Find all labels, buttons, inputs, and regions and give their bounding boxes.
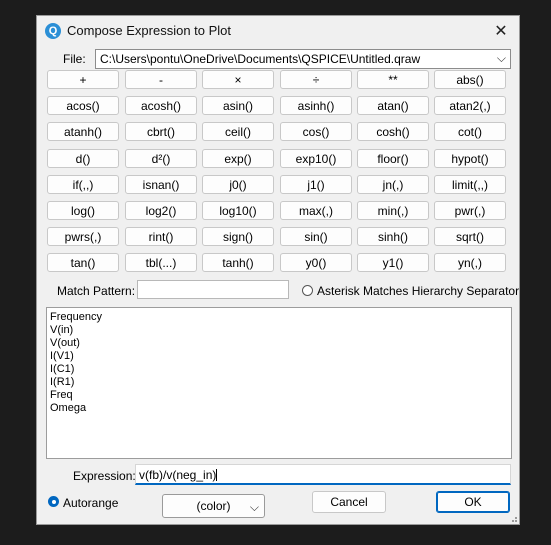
function-button[interactable]: cos() — [280, 122, 352, 141]
trace-list-item[interactable]: I(R1) — [50, 376, 508, 389]
resize-grip-icon[interactable] — [509, 514, 517, 522]
function-button[interactable]: atanh() — [47, 122, 119, 141]
file-path: C:\Users\pontu\OneDrive\Documents\QSPICE… — [100, 52, 421, 66]
title-bar[interactable]: Q Compose Expression to Plot ✕ — [37, 16, 519, 46]
match-pattern-input[interactable] — [137, 280, 289, 299]
function-button[interactable]: y1() — [357, 253, 429, 272]
asterisk-option-label[interactable]: Asterisk Matches Hierarchy Separator — [317, 284, 519, 298]
function-button[interactable]: exp10() — [280, 149, 352, 168]
function-button[interactable]: sqrt() — [434, 227, 506, 246]
function-button[interactable]: log10() — [202, 201, 274, 220]
function-button[interactable]: pwrs(,) — [47, 227, 119, 246]
cancel-button[interactable]: Cancel — [312, 491, 386, 513]
match-pattern-label: Match Pattern: — [57, 284, 136, 298]
file-label: File: — [63, 52, 86, 66]
text-caret — [216, 469, 218, 481]
function-button[interactable]: sign() — [202, 227, 274, 246]
function-button[interactable]: ** — [357, 70, 429, 89]
function-button[interactable]: acos() — [47, 96, 119, 115]
function-button[interactable]: log() — [47, 201, 119, 220]
function-button[interactable]: × — [202, 70, 274, 89]
trace-list[interactable]: Frequency V(in) V(out) I(V1) I(C1) I(R1) Freq O… — [46, 307, 512, 459]
expression-label: Expression: — [73, 469, 136, 483]
trace-list-item[interactable]: I(C1) — [50, 363, 508, 376]
expression-text: v(fb)/v(neg_in) — [139, 468, 217, 482]
function-button[interactable]: max(,) — [280, 201, 352, 220]
ok-button[interactable]: OK — [436, 491, 510, 513]
function-button[interactable]: pwr(,) — [434, 201, 506, 220]
function-button[interactable]: j0() — [202, 175, 274, 194]
function-button[interactable]: limit(,,) — [434, 175, 506, 194]
function-button[interactable]: j1() — [280, 175, 352, 194]
function-button[interactable]: asin() — [202, 96, 274, 115]
file-dropdown[interactable]: C:\Users\pontu\OneDrive\Documents\QSPICE… — [95, 49, 511, 69]
chevron-down-icon: ⌵ — [249, 500, 259, 514]
function-button[interactable]: abs() — [434, 70, 506, 89]
function-button[interactable]: cot() — [434, 122, 506, 141]
function-button[interactable]: yn(,) — [434, 253, 506, 272]
function-button[interactable]: if(,,) — [47, 175, 119, 194]
expression-input[interactable]: v(fb)/v(neg_in) — [135, 464, 511, 485]
function-button[interactable]: ÷ — [280, 70, 352, 89]
function-button[interactable]: cosh() — [357, 122, 429, 141]
trace-list-item[interactable]: Frequency — [50, 311, 508, 324]
function-button[interactable]: isnan() — [125, 175, 197, 194]
trace-list-item[interactable]: I(V1) — [50, 350, 508, 363]
function-button[interactable]: ceil() — [202, 122, 274, 141]
function-button[interactable]: acosh() — [125, 96, 197, 115]
trace-list-item[interactable]: V(in) — [50, 324, 508, 337]
function-button[interactable]: tanh() — [202, 253, 274, 272]
function-button[interactable]: sinh() — [357, 227, 429, 246]
function-button[interactable]: + — [47, 70, 119, 89]
autorange-radio[interactable] — [48, 496, 59, 507]
function-button[interactable]: rint() — [125, 227, 197, 246]
color-dropdown-value: (color) — [196, 499, 231, 513]
function-button[interactable]: floor() — [357, 149, 429, 168]
asterisk-radio[interactable] — [302, 285, 313, 296]
function-button[interactable]: d() — [47, 149, 119, 168]
color-dropdown[interactable]: (color) ⌵ — [162, 494, 265, 518]
function-button[interactable]: exp() — [202, 149, 274, 168]
function-button[interactable]: - — [125, 70, 197, 89]
function-button[interactable]: atan() — [357, 96, 429, 115]
function-button[interactable]: y0() — [280, 253, 352, 272]
function-button[interactable]: hypot() — [434, 149, 506, 168]
trace-list-item[interactable]: V(out) — [50, 337, 508, 350]
function-button[interactable]: tbl(...) — [125, 253, 197, 272]
trace-list-item[interactable]: Omega — [50, 402, 508, 415]
function-button[interactable]: asinh() — [280, 96, 352, 115]
function-button[interactable]: atan2(,) — [434, 96, 506, 115]
function-button[interactable]: tan() — [47, 253, 119, 272]
qspice-app-icon: Q — [45, 23, 61, 39]
dialog-title: Compose Expression to Plot — [67, 23, 232, 38]
chevron-down-icon: ⌵ — [496, 51, 506, 65]
function-button[interactable]: sin() — [280, 227, 352, 246]
function-button[interactable]: log2() — [125, 201, 197, 220]
close-icon: ✕ — [494, 23, 508, 40]
function-button[interactable]: min(,) — [357, 201, 429, 220]
function-button[interactable]: cbrt() — [125, 122, 197, 141]
function-button[interactable]: d²() — [125, 149, 197, 168]
function-button[interactable]: jn(,) — [357, 175, 429, 194]
autorange-label[interactable]: Autorange — [63, 496, 118, 510]
compose-expression-dialog: Q Compose Expression to Plot ✕ File: C:\… — [36, 15, 520, 525]
trace-list-item[interactable]: Freq — [50, 389, 508, 402]
close-button[interactable]: ✕ — [483, 16, 519, 46]
